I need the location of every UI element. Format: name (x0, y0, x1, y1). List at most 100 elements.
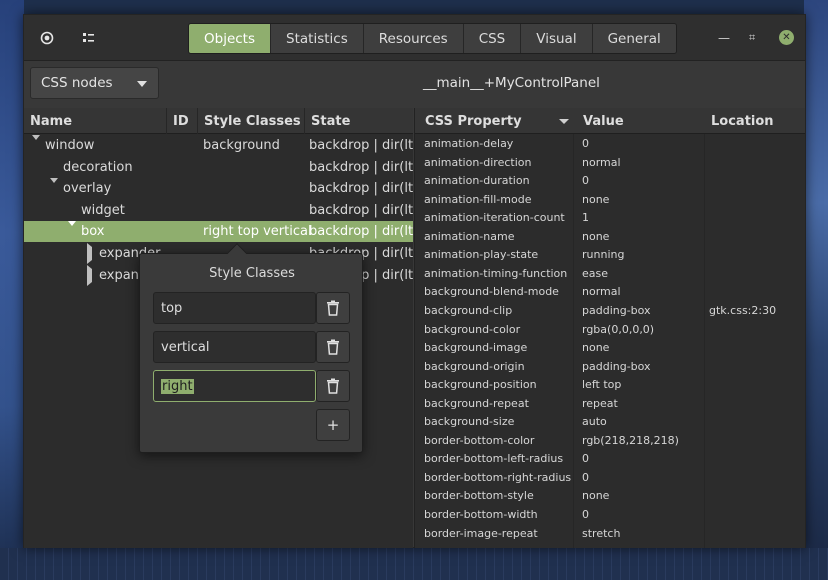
node-state: backdrop | dir(ltr) (309, 159, 413, 175)
property-row[interactable]: background-repeat repeat (415, 395, 805, 414)
property-property: animation-delay (424, 137, 514, 150)
property-row[interactable]: background-position left top (415, 376, 805, 395)
column-separator (304, 108, 305, 134)
property-row[interactable]: animation-direction normal (415, 154, 805, 173)
property-row[interactable]: background-blend-mode normal (415, 283, 805, 302)
property-row[interactable]: animation-fill-mode none (415, 191, 805, 210)
target-icon[interactable] (36, 27, 58, 49)
node-name: box (81, 224, 105, 240)
chevron-down-icon (137, 81, 147, 87)
node-style-classes: background (203, 138, 280, 153)
property-row[interactable]: background-origin padding-box (415, 358, 805, 377)
column-header-style-classes[interactable]: Style Classes (204, 108, 301, 134)
property-value: padding-box (582, 359, 651, 373)
property-value: padding-box (582, 303, 651, 317)
desktop-background-right (804, 0, 828, 580)
popover-title: Style Classes (209, 266, 295, 281)
property-row[interactable]: border-bottom-left-radius 0 (415, 450, 805, 469)
property-row[interactable]: animation-name none (415, 228, 805, 247)
property-row[interactable]: background-color rgba(0,0,0,0) (415, 321, 805, 340)
property-value: 1 (582, 211, 589, 225)
remove-class-button[interactable] (316, 370, 350, 402)
expander-closed-icon[interactable] (87, 264, 92, 286)
column-header-value[interactable]: Value (583, 108, 624, 134)
column-separator (166, 108, 167, 134)
trash-icon (327, 339, 339, 355)
remove-class-button[interactable] (316, 292, 350, 324)
property-row[interactable]: animation-delay 0 (415, 135, 805, 154)
column-header-name[interactable]: Name (30, 108, 72, 134)
property-property: background-repeat (424, 396, 529, 410)
style-classes-popover: Style Classes + top vertical right (139, 243, 363, 453)
close-icon[interactable]: ✕ (779, 30, 794, 45)
property-row[interactable]: background-size auto (415, 413, 805, 432)
tree-row[interactable]: decoration backdrop | dir(ltr) (24, 157, 413, 178)
tab-objects[interactable]: Objects (189, 24, 272, 53)
desktop-background-bottom (0, 548, 828, 580)
tab-resources[interactable]: Resources (363, 24, 464, 53)
property-value: none (582, 489, 610, 503)
property-value: normal (582, 155, 621, 169)
tree-row[interactable]: window background backdrop | dir(ltr) (24, 135, 413, 156)
css-property-list: CSS Property Value Location animation-de… (414, 108, 805, 548)
expander-closed-icon[interactable] (87, 243, 92, 264)
property-row[interactable]: border-bottom-width 0 (415, 506, 805, 525)
tree-row[interactable]: box right top vertical backdrop | dir(ltr) (24, 221, 413, 243)
node-type-select[interactable]: CSS nodes (30, 67, 159, 99)
add-class-button[interactable]: + (316, 409, 350, 441)
property-row[interactable]: border-image-repeat stretch (415, 525, 805, 544)
property-row[interactable]: border-bottom-color rgb(218,218,218) (415, 432, 805, 451)
property-property: background-size (424, 415, 515, 429)
desktop-background-left (0, 0, 24, 580)
trash-icon (327, 378, 339, 394)
property-property: background-color (424, 322, 521, 336)
expander-open-icon[interactable] (32, 135, 40, 156)
tree-row[interactable]: overlay backdrop | dir(ltr) (24, 178, 413, 199)
property-row[interactable]: border-bottom-style none (415, 487, 805, 506)
column-header-css-property[interactable]: CSS Property (425, 108, 522, 134)
property-property: animation-direction (424, 155, 532, 169)
property-property: border-bottom-style (424, 489, 534, 503)
property-row[interactable]: animation-iteration-count 1 (415, 209, 805, 228)
minimize-icon[interactable]: — (718, 31, 730, 45)
column-header-location[interactable]: Location (711, 108, 774, 134)
tab-general[interactable]: General (592, 24, 676, 53)
property-property: background-blend-mode (424, 285, 559, 299)
property-property: border-bottom-color (424, 433, 535, 447)
property-value: 0 (582, 174, 589, 188)
expander-open-icon[interactable] (50, 178, 58, 199)
style-class-entry[interactable]: vertical (153, 331, 316, 363)
tab-css[interactable]: CSS (463, 24, 522, 53)
property-row[interactable]: animation-timing-function ease (415, 265, 805, 284)
header-bar: Objects Statistics Resources CSS Visual Gener… (24, 15, 805, 61)
style-class-entry[interactable]: right (153, 370, 316, 402)
sort-down-icon (559, 119, 569, 124)
property-property: animation-duration (424, 174, 530, 188)
maximize-icon[interactable]: ⌗ (749, 31, 755, 45)
property-property: border-bottom-left-radius (424, 452, 564, 466)
list-icon[interactable] (78, 27, 100, 49)
property-value: normal (582, 285, 621, 299)
tree-row[interactable]: widget backdrop | dir(ltr) (24, 200, 413, 221)
tab-visual[interactable]: Visual (521, 24, 593, 53)
property-row[interactable]: background-image none (415, 339, 805, 358)
column-header-id[interactable]: ID (173, 108, 189, 134)
property-header: CSS Property Value Location (415, 108, 805, 134)
property-value: 0 (582, 508, 589, 521)
property-value: none (582, 192, 610, 206)
property-row[interactable]: background-clip padding-box gtk.css:2:30 (415, 302, 805, 321)
node-name: widget (81, 202, 125, 218)
style-class-entry[interactable]: top (153, 292, 316, 324)
column-header-state[interactable]: State (311, 108, 350, 134)
property-row[interactable]: animation-duration 0 (415, 172, 805, 191)
tab-statistics[interactable]: Statistics (271, 24, 364, 53)
remove-class-button[interactable] (316, 331, 350, 363)
node-name: window (45, 138, 95, 153)
expander-open-icon[interactable] (68, 221, 76, 242)
property-row[interactable]: border-bottom-right-radius 0 (415, 469, 805, 488)
property-value: running (582, 248, 625, 262)
node-type-select-value: CSS nodes (41, 75, 113, 91)
node-state: backdrop | dir(ltr) (309, 202, 413, 218)
property-row[interactable]: animation-play-state running (415, 246, 805, 265)
style-class-value: top (161, 300, 183, 316)
